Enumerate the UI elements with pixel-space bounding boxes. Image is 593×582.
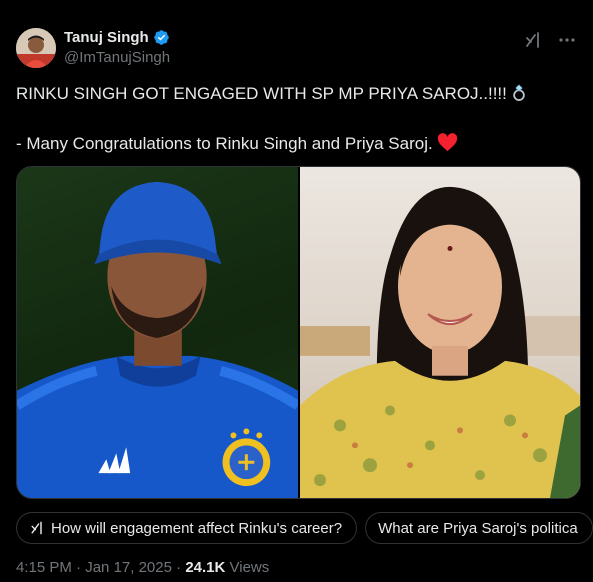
display-name[interactable]: Tanuj Singh — [64, 29, 149, 46]
tweet-meta: 4:15 PM · Jan 17, 2025 · 24.1K Views — [16, 559, 269, 576]
header-actions — [523, 30, 577, 50]
tweet-header: Tanuj Singh @ImTanujSingh — [16, 28, 577, 70]
meta-separator: · — [76, 559, 82, 576]
tweet-time[interactable]: 4:15 PM — [16, 559, 72, 576]
meta-separator-2: · — [176, 559, 182, 576]
grok-icon[interactable] — [523, 30, 543, 50]
grok-suggestion-label-1: How will engagement affect Rinku's caree… — [51, 519, 343, 537]
tweet-line-2-text: - Many Congratulations to Rinku Singh an… — [16, 134, 433, 153]
avatar[interactable] — [16, 28, 56, 68]
photo-man-cricket-jersey[interactable] — [17, 167, 300, 498]
grok-icon — [29, 520, 45, 536]
grok-suggestion-chip-1[interactable]: How will engagement affect Rinku's caree… — [16, 512, 358, 544]
grok-suggestions: How will engagement affect Rinku's caree… — [16, 512, 593, 544]
verified-badge-icon — [153, 29, 170, 46]
views-count: 24.1K — [185, 559, 226, 576]
tweet-media[interactable] — [16, 166, 581, 499]
author-info: Tanuj Singh @ImTanujSingh — [64, 29, 170, 66]
heart-icon — [437, 133, 458, 158]
photo-woman-yellow-dupatta[interactable] — [300, 167, 580, 498]
grok-suggestion-label-2: What are Priya Saroj's politica — [378, 519, 578, 537]
tweet-spacer — [16, 108, 577, 132]
tweet-line-1-text: RINKU SINGH GOT ENGAGED WITH SP MP PRIYA… — [16, 84, 507, 103]
author-handle[interactable]: @ImTanujSingh — [64, 49, 170, 66]
grok-suggestion-chip-2[interactable]: What are Priya Saroj's politica — [365, 512, 593, 544]
tweet-date[interactable]: Jan 17, 2025 — [85, 559, 172, 576]
more-icon[interactable] — [557, 30, 577, 50]
tweet-text: RINKU SINGH GOT ENGAGED WITH SP MP PRIYA… — [16, 82, 577, 158]
views-label: Views — [229, 559, 270, 576]
ring-icon — [511, 83, 527, 108]
tweet-line-1: RINKU SINGH GOT ENGAGED WITH SP MP PRIYA… — [16, 82, 577, 108]
tweet-line-2: - Many Congratulations to Rinku Singh an… — [16, 132, 577, 158]
